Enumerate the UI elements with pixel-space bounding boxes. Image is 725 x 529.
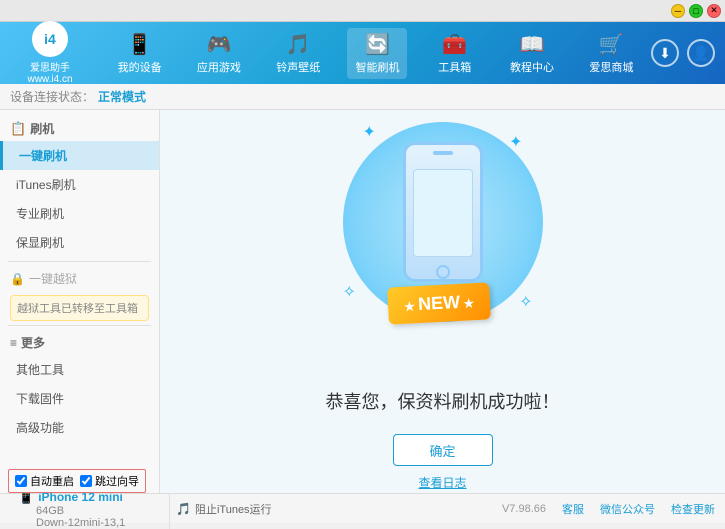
nav-tutorial[interactable]: 📖 教程中心	[502, 28, 562, 79]
phone-speaker	[433, 151, 453, 155]
sidebar-divider-2	[8, 325, 151, 326]
sidebar-warning-box: 越狱工具已转移至工具箱	[10, 295, 149, 321]
phone-screen	[413, 169, 473, 257]
nav-apps-games-label: 应用游戏	[197, 59, 241, 75]
jailbreak-label: 一键越狱	[29, 270, 77, 287]
nav-smart-flash[interactable]: 🔄 智能刷机	[347, 28, 407, 79]
more-header-label: 更多	[21, 334, 45, 351]
nav-toolbox-label: 工具箱	[438, 59, 471, 75]
nav-tutorial-icon: 📖	[520, 32, 545, 57]
nav-ringtones[interactable]: 🎵 铃声壁纸	[268, 28, 328, 79]
nav-apps-games-icon: 🎮	[206, 32, 231, 57]
nav-store[interactable]: 🛒 爱思商城	[581, 28, 641, 79]
nav-apps-games[interactable]: 🎮 应用游戏	[189, 28, 249, 79]
auto-restart-checkbox[interactable]: 自动重启	[15, 473, 74, 489]
bottom-right: V7.98.66 客服 微信公众号 检查更新	[502, 501, 715, 517]
minimize-button[interactable]: ─	[671, 4, 685, 18]
top-nav: i4 爱思助手 www.i4.cn 📱 我的设备 🎮 应用游戏 🎵 铃声壁纸 🔄…	[0, 22, 725, 84]
device-storage: 64GB	[18, 505, 161, 517]
sidebar-jailbreak-header: 🔒 一键越狱	[0, 266, 159, 291]
skip-wizard-label: 跳过向导	[95, 473, 139, 489]
more-header-icon: ≡	[10, 336, 17, 350]
nav-tutorial-label: 教程中心	[510, 59, 554, 75]
maximize-button[interactable]: □	[689, 4, 703, 18]
checkbox-bar: 自动重启 跳过向导	[8, 469, 146, 493]
nav-smart-flash-label: 智能刷机	[355, 59, 399, 75]
sidebar-item-other-tools[interactable]: 其他工具	[0, 355, 159, 384]
logo-subtext: www.i4.cn	[27, 74, 72, 85]
auto-restart-input[interactable]	[15, 475, 27, 487]
skip-wizard-checkbox[interactable]: 跳过向导	[80, 473, 139, 489]
guide-link[interactable]: 查看日志	[418, 474, 466, 491]
sidebar-item-download-firmware[interactable]: 下载固件	[0, 384, 159, 413]
sidebar-item-itunes-flash[interactable]: iTunes刷机	[0, 170, 159, 199]
phone-home-btn	[436, 265, 450, 279]
close-button[interactable]: ✕	[707, 4, 721, 18]
nav-ringtones-icon: 🎵	[286, 32, 311, 57]
sidebar-warning-text: 越狱工具已转移至工具箱	[17, 303, 138, 315]
sidebar-item-pro-flash[interactable]: 专业刷机	[0, 199, 159, 228]
success-text: 恭喜您，保资料刷机成功啦！	[326, 388, 560, 414]
flash-header-label: 刷机	[30, 120, 54, 137]
sparkle-icon-3: ✧	[343, 282, 356, 302]
auto-restart-label: 自动重启	[30, 473, 74, 489]
confirm-button[interactable]: 确定	[393, 434, 493, 466]
wechat-link[interactable]: 微信公众号	[600, 501, 655, 517]
logo-circle: i4	[32, 21, 68, 57]
download-button[interactable]: ⬇	[651, 39, 679, 67]
jailbreak-lock-icon: 🔒	[10, 272, 25, 286]
nav-smart-flash-icon: 🔄	[365, 32, 390, 57]
nav-toolbox-icon: 🧰	[442, 32, 467, 57]
phone-body	[403, 142, 483, 282]
logo-icon: i4	[44, 31, 56, 47]
content-area: ✦ ✦ ✧ ✧ NEW 恭喜您，保资料刷机成功啦！ 确定 查看日志	[160, 110, 725, 493]
nav-my-device-icon: 📱	[127, 32, 152, 57]
sidebar-item-one-key-flash[interactable]: 一键刷机	[0, 141, 159, 170]
status-label: 设备连接状态：	[10, 88, 94, 105]
nav-my-device[interactable]: 📱 我的设备	[110, 28, 170, 79]
sidebar-item-advanced[interactable]: 高级功能	[0, 413, 159, 442]
sidebar-flash-header: 📋 刷机	[0, 116, 159, 141]
bottom-status: 🎵 阻止iTunes运行	[170, 501, 502, 517]
customer-service-link[interactable]: 客服	[562, 501, 584, 517]
nav-right-btns: ⬇ 👤	[651, 39, 725, 67]
sidebar-item-save-flash[interactable]: 保显刷机	[0, 228, 159, 257]
status-bar: 设备连接状态： 正常模式	[0, 84, 725, 110]
nav-store-icon: 🛒	[599, 32, 624, 57]
status-value: 正常模式	[98, 88, 146, 105]
bottom-bar: 📱 iPhone 12 mini 64GB Down-12mini-13,1 🎵…	[0, 493, 725, 523]
new-badge: NEW	[387, 282, 491, 324]
account-button[interactable]: 👤	[687, 39, 715, 67]
skip-wizard-input[interactable]	[80, 475, 92, 487]
flash-header-icon: 📋	[10, 121, 26, 137]
nav-store-label: 爱思商城	[589, 59, 633, 75]
nav-toolbox[interactable]: 🧰 工具箱	[427, 28, 483, 79]
phone-illustration: ✦ ✦ ✧ ✧ NEW	[333, 112, 553, 372]
logo-area: i4 爱思助手 www.i4.cn	[0, 17, 100, 89]
check-update-link[interactable]: 检查更新	[671, 501, 715, 517]
version-label: V7.98.66	[502, 503, 546, 515]
sparkle-icon-2: ✦	[509, 132, 522, 152]
nav-items: 📱 我的设备 🎮 应用游戏 🎵 铃声壁纸 🔄 智能刷机 🧰 工具箱 📖 教程中心…	[100, 28, 651, 79]
sparkle-icon-1: ✦	[363, 122, 376, 142]
itunes-label: 阻止iTunes运行	[195, 501, 272, 517]
main-layout: 📋 刷机 一键刷机 iTunes刷机 专业刷机 保显刷机 🔒 一键越狱 越狱工具…	[0, 110, 725, 493]
nav-my-device-label: 我的设备	[118, 59, 162, 75]
itunes-icon: 🎵	[176, 502, 191, 516]
logo-text: 爱思助手	[30, 59, 70, 74]
nav-ringtones-label: 铃声壁纸	[276, 59, 320, 75]
sidebar: 📋 刷机 一键刷机 iTunes刷机 专业刷机 保显刷机 🔒 一键越狱 越狱工具…	[0, 110, 160, 493]
title-bar: ─ □ ✕	[0, 0, 725, 22]
sidebar-divider-1	[8, 261, 151, 262]
sparkle-icon-4: ✧	[519, 292, 532, 312]
sidebar-more-header: ≡ 更多	[0, 330, 159, 355]
